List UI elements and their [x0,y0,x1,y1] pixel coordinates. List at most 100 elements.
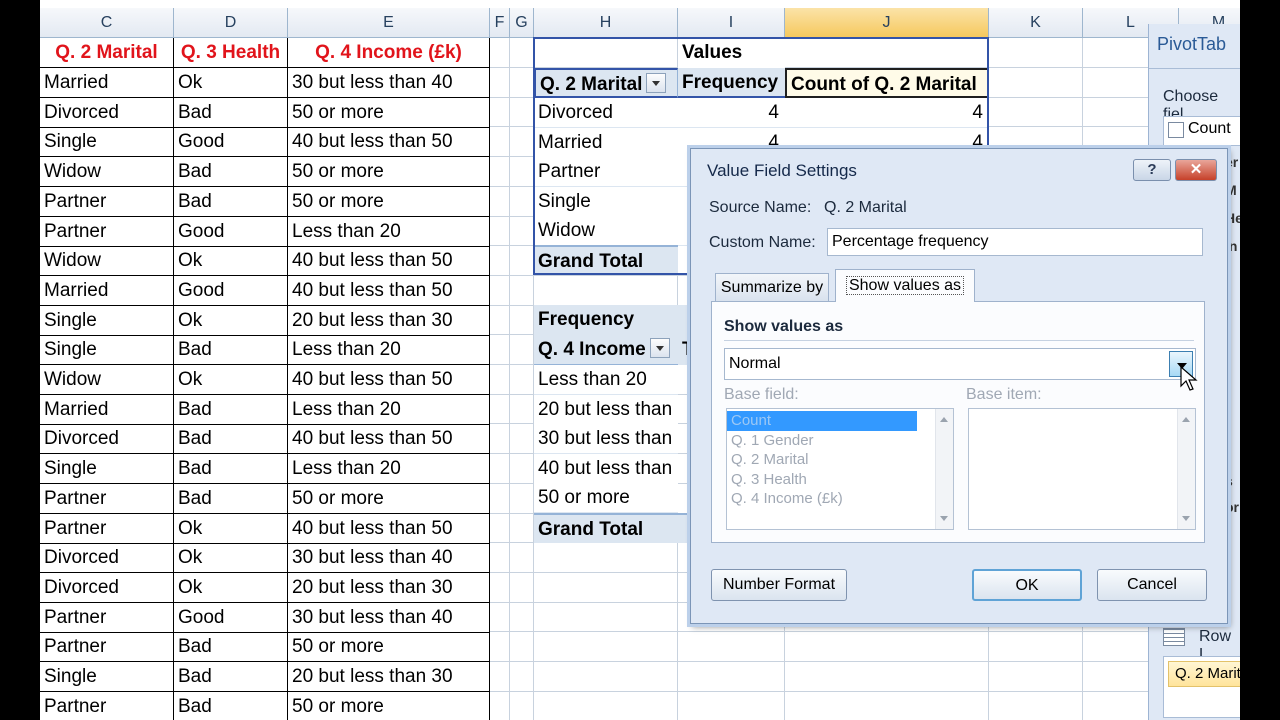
header-health[interactable]: Q. 3 Health [174,38,288,68]
column-header-i[interactable]: I [678,8,785,38]
cancel-button[interactable]: Cancel [1097,569,1207,601]
count-checkbox[interactable] [1168,122,1184,138]
cell-income[interactable]: 40 but less than 50 [288,424,490,455]
empty-cell[interactable] [510,38,534,68]
cell-marital[interactable]: Divorced [40,97,174,128]
empty-cell[interactable] [989,691,1083,720]
empty-cell[interactable] [490,572,510,603]
empty-cell[interactable] [678,661,785,692]
base-item-scrollbar[interactable] [1177,409,1195,529]
cell-marital[interactable]: Partner [40,602,174,633]
pivot1-col2-header[interactable]: Count of Q. 2 Marital [785,68,989,98]
cell-income[interactable]: 40 but less than 50 [288,246,490,277]
cell-marital[interactable]: Married [40,394,174,425]
empty-cell[interactable] [490,632,510,662]
empty-cell[interactable] [510,542,534,573]
cell-health[interactable]: Ok [174,513,288,544]
pivot2-row-label-cell[interactable]: Less than 20 [534,365,678,395]
empty-cell[interactable] [510,186,534,217]
cell-income[interactable]: 20 but less than 30 [288,305,490,336]
close-button[interactable]: ✕ [1175,159,1217,181]
cell-income[interactable]: 50 or more [288,632,490,663]
cell-marital[interactable]: Partner [40,513,174,544]
column-header-c[interactable]: C [40,8,174,38]
scroll-down-icon[interactable] [940,516,948,521]
empty-cell[interactable] [510,364,534,395]
cell-marital[interactable]: Partner [40,691,174,720]
empty-cell[interactable] [490,305,510,336]
base-field-item[interactable]: Q. 3 Health [727,470,953,490]
pivot1-count-cell[interactable]: 4 [785,98,989,128]
pivot1-row-label[interactable]: Q. 2 Marital [534,68,678,98]
column-header-f[interactable]: F [490,8,510,38]
cell-income[interactable]: Less than 20 [288,335,490,366]
cell-income[interactable]: 40 but less than 50 [288,275,490,306]
cell-income[interactable]: 40 but less than 50 [288,127,490,158]
cell-income[interactable]: 50 or more [288,97,490,128]
pivot2-filter-dropdown-icon[interactable] [649,337,670,358]
empty-cell[interactable] [534,691,678,720]
cell-health[interactable]: Bad [174,662,288,692]
empty-cell[interactable] [510,216,534,247]
cell-income[interactable]: 40 but less than 50 [288,513,490,544]
pivot1-row-label-cell[interactable]: Partner [534,157,678,187]
empty-cell[interactable] [490,542,510,573]
cell-marital[interactable]: Partner [40,632,174,663]
empty-cell[interactable] [490,453,510,484]
empty-cell[interactable] [510,453,534,484]
pivot1-frequency-cell[interactable]: 4 [678,98,785,128]
empty-cell[interactable] [989,632,1083,662]
cell-income[interactable]: 50 or more [288,157,490,188]
number-format-button[interactable]: Number Format [711,569,847,601]
pivot2-grand-total[interactable]: Grand Total [534,513,678,543]
cell-health[interactable]: Ok [174,246,288,277]
cell-health[interactable]: Bad [174,483,288,514]
empty-cell[interactable] [490,483,510,514]
cell-income[interactable]: Less than 20 [288,216,490,247]
base-field-item[interactable]: Q. 4 Income (£k) [727,489,953,509]
base-field-item[interactable]: Q. 1 Gender [727,431,953,451]
cell-marital[interactable]: Single [40,305,174,336]
empty-cell[interactable] [510,661,534,692]
scroll-up-icon[interactable] [940,417,948,422]
cell-marital[interactable]: Divorced [40,572,174,603]
cell-marital[interactable]: Widow [40,246,174,277]
empty-cell[interactable] [510,483,534,514]
empty-cell[interactable] [490,661,510,692]
cell-marital[interactable]: Widow [40,157,174,188]
empty-cell[interactable] [490,186,510,217]
row-field-item[interactable]: Q. 2 Marit [1168,661,1240,687]
empty-cell[interactable] [510,632,534,662]
empty-cell[interactable] [510,156,534,187]
empty-cell[interactable] [490,364,510,395]
empty-cell[interactable] [510,335,534,365]
pivot2-row-label-cell[interactable]: 40 but less than [534,453,678,484]
cell-income[interactable]: 30 but less than 40 [288,543,490,574]
empty-cell[interactable] [510,602,534,633]
column-header-j[interactable]: J [785,8,989,38]
cell-marital[interactable]: Partner [40,186,174,217]
cell-income[interactable]: Less than 20 [288,394,490,425]
header-income[interactable]: Q. 4 Income (£k) [288,38,490,68]
ok-button[interactable]: OK [972,569,1082,601]
pivot2-row-label-cell[interactable]: 30 but less than [534,424,678,455]
base-field-scrollbar[interactable] [935,409,953,529]
cell-marital[interactable]: Married [40,68,174,98]
cell-health[interactable]: Good [174,602,288,633]
empty-cell[interactable] [534,661,678,692]
value-field-settings-dialog[interactable]: Value Field Settings ? ✕ Source Name: Q.… [690,148,1228,624]
show-values-dropdown[interactable]: Normal [724,348,1196,380]
scroll-up-icon-2[interactable] [1182,417,1190,422]
header-marital[interactable]: Q. 2 Marital [40,38,174,68]
empty-cell[interactable] [534,572,678,603]
cell-marital[interactable]: Single [40,662,174,692]
cell-income[interactable]: Less than 20 [288,454,490,485]
cell-health[interactable]: Good [174,216,288,247]
empty-cell[interactable] [785,632,989,662]
empty-cell[interactable] [534,602,678,633]
cell-health[interactable]: Bad [174,335,288,366]
empty-cell[interactable] [989,661,1083,692]
cell-income[interactable]: 20 but less than 30 [288,662,490,692]
empty-cell[interactable] [510,275,534,306]
empty-cell[interactable] [510,513,534,544]
